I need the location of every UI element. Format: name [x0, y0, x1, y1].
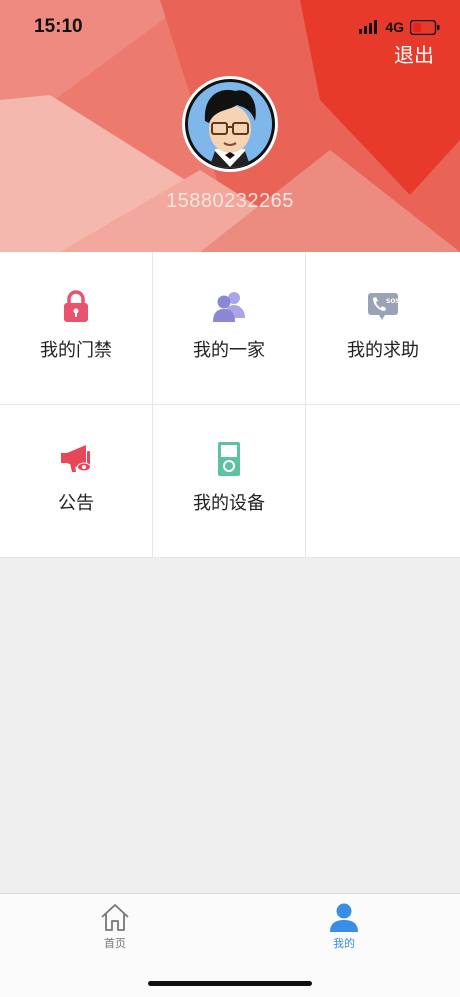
menu-item-label: 我的求助 [347, 340, 419, 361]
avatar[interactable] [182, 76, 278, 172]
status-time: 15:10 [34, 16, 83, 37]
sos-icon: SOS [368, 293, 400, 320]
network-type: 4G [385, 19, 404, 35]
device-icon [218, 442, 240, 476]
menu-item-empty [306, 405, 460, 558]
person-icon [330, 903, 358, 932]
signal-icon [359, 20, 378, 34]
phone-number: 15880232265 [166, 190, 294, 212]
menu-item-announcement[interactable]: 公告 [0, 405, 153, 558]
avatar-image [185, 79, 275, 169]
status-bar: 15:10 4G [0, 0, 460, 56]
home-icon [101, 904, 129, 931]
menu-item-label: 公告 [58, 493, 94, 514]
menu-grid: 我的门禁 我的一家 SOS 我的求助 公告 我的设备 [0, 252, 460, 558]
lock-icon [64, 290, 88, 322]
tab-mine[interactable]: 我的 [304, 902, 384, 958]
tab-label: 首页 [104, 937, 126, 950]
family-icon [213, 292, 245, 322]
menu-item-label: 我的一家 [193, 340, 265, 361]
megaphone-icon [61, 445, 91, 472]
menu-item-my-family[interactable]: 我的一家 [153, 252, 306, 405]
logout-button[interactable]: 退出 [394, 39, 434, 68]
home-indicator [148, 981, 312, 986]
menu-item-my-help[interactable]: SOS 我的求助 [306, 252, 460, 405]
menu-item-access-control[interactable]: 我的门禁 [0, 252, 153, 405]
battery-icon [410, 19, 440, 35]
menu-item-label: 我的设备 [193, 493, 265, 514]
menu-item-my-devices[interactable]: 我的设备 [153, 405, 306, 558]
profile-header: 15:10 4G 退出 15880232265 [0, 0, 460, 252]
tab-home[interactable]: 首页 [75, 902, 155, 958]
svg-text:SOS: SOS [386, 298, 400, 305]
menu-item-label: 我的门禁 [40, 340, 112, 361]
tab-label: 我的 [333, 937, 355, 950]
status-indicators: 4G [359, 18, 440, 36]
